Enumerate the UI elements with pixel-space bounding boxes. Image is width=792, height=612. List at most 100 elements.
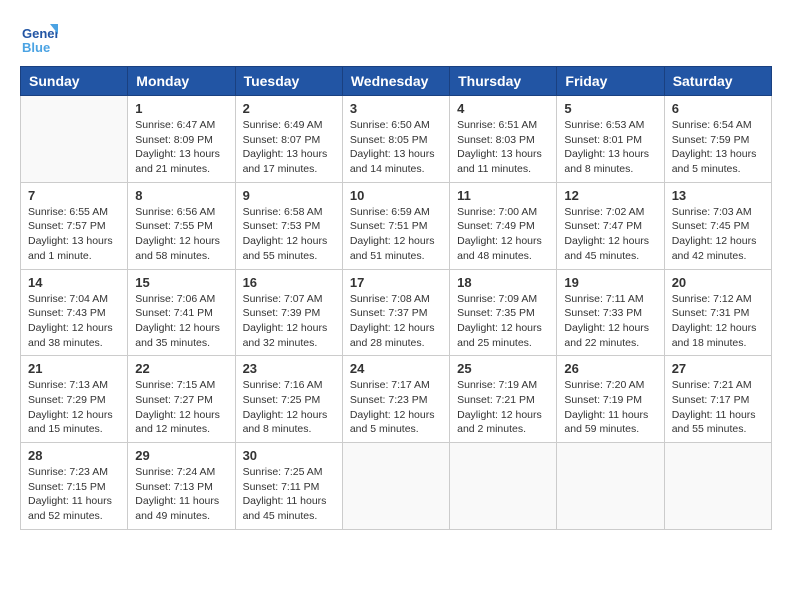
calendar-week-1: 1 Sunrise: 6:47 AM Sunset: 8:09 PM Daylig… [21,96,772,183]
day-number: 8 [135,188,227,203]
calendar-day-5: 5 Sunrise: 6:53 AM Sunset: 8:01 PM Daylig… [557,96,664,183]
day-info: Sunrise: 7:12 AM Sunset: 7:31 PM Dayligh… [672,292,764,351]
calendar-day-30: 30 Sunrise: 7:25 AM Sunset: 7:11 PM Dayli… [235,443,342,530]
calendar-day-24: 24 Sunrise: 7:17 AM Sunset: 7:23 PM Dayli… [342,356,449,443]
calendar-day-6: 6 Sunrise: 6:54 AM Sunset: 7:59 PM Daylig… [664,96,771,183]
day-number: 5 [564,101,656,116]
calendar-day-27: 27 Sunrise: 7:21 AM Sunset: 7:17 PM Dayli… [664,356,771,443]
day-number: 29 [135,448,227,463]
logo-icon: General Blue [20,20,58,58]
calendar-day-4: 4 Sunrise: 6:51 AM Sunset: 8:03 PM Daylig… [450,96,557,183]
day-info: Sunrise: 7:02 AM Sunset: 7:47 PM Dayligh… [564,205,656,264]
calendar-day-19: 19 Sunrise: 7:11 AM Sunset: 7:33 PM Dayli… [557,269,664,356]
day-number: 22 [135,361,227,376]
day-number: 17 [350,275,442,290]
day-info: Sunrise: 7:20 AM Sunset: 7:19 PM Dayligh… [564,378,656,437]
day-info: Sunrise: 7:15 AM Sunset: 7:27 PM Dayligh… [135,378,227,437]
calendar-day-3: 3 Sunrise: 6:50 AM Sunset: 8:05 PM Daylig… [342,96,449,183]
day-number: 30 [243,448,335,463]
day-info: Sunrise: 6:49 AM Sunset: 8:07 PM Dayligh… [243,118,335,177]
day-number: 13 [672,188,764,203]
calendar-day-7: 7Sunrise: 6:55 AM Sunset: 7:57 PM Daylig… [21,182,128,269]
day-number: 28 [28,448,120,463]
day-info: Sunrise: 7:00 AM Sunset: 7:49 PM Dayligh… [457,205,549,264]
day-number: 4 [457,101,549,116]
calendar-day-14: 14 Sunrise: 7:04 AM Sunset: 7:43 PM Dayli… [21,269,128,356]
calendar-week-2: 7Sunrise: 6:55 AM Sunset: 7:57 PM Daylig… [21,182,772,269]
calendar-day-20: 20 Sunrise: 7:12 AM Sunset: 7:31 PM Dayli… [664,269,771,356]
calendar-week-3: 14 Sunrise: 7:04 AM Sunset: 7:43 PM Dayli… [21,269,772,356]
header-day-wednesday: Wednesday [342,67,449,96]
day-info: Sunrise: 7:06 AM Sunset: 7:41 PM Dayligh… [135,292,227,351]
day-number: 27 [672,361,764,376]
day-number: 21 [28,361,120,376]
day-number: 19 [564,275,656,290]
calendar-table: SundayMondayTuesdayWednesdayThursdayFrid… [20,66,772,530]
calendar-day-16: 16 Sunrise: 7:07 AM Sunset: 7:39 PM Dayli… [235,269,342,356]
day-number: 18 [457,275,549,290]
day-info: Sunrise: 6:51 AM Sunset: 8:03 PM Dayligh… [457,118,549,177]
day-info: Sunrise: 7:19 AM Sunset: 7:21 PM Dayligh… [457,378,549,437]
calendar-day-25: 25Sunrise: 7:19 AM Sunset: 7:21 PM Dayli… [450,356,557,443]
calendar-empty [342,443,449,530]
calendar-empty [664,443,771,530]
calendar-day-9: 9 Sunrise: 6:58 AM Sunset: 7:53 PM Daylig… [235,182,342,269]
header-day-monday: Monday [128,67,235,96]
day-info: Sunrise: 7:21 AM Sunset: 7:17 PM Dayligh… [672,378,764,437]
day-number: 11 [457,188,549,203]
day-info: Sunrise: 7:07 AM Sunset: 7:39 PM Dayligh… [243,292,335,351]
calendar-day-8: 8 Sunrise: 6:56 AM Sunset: 7:55 PM Daylig… [128,182,235,269]
day-info: Sunrise: 7:16 AM Sunset: 7:25 PM Dayligh… [243,378,335,437]
svg-text:Blue: Blue [22,40,50,55]
day-info: Sunrise: 7:04 AM Sunset: 7:43 PM Dayligh… [28,292,120,351]
day-info: Sunrise: 7:09 AM Sunset: 7:35 PM Dayligh… [457,292,549,351]
day-number: 12 [564,188,656,203]
day-info: Sunrise: 7:11 AM Sunset: 7:33 PM Dayligh… [564,292,656,351]
header-day-friday: Friday [557,67,664,96]
day-info: Sunrise: 6:56 AM Sunset: 7:55 PM Dayligh… [135,205,227,264]
day-info: Sunrise: 7:08 AM Sunset: 7:37 PM Dayligh… [350,292,442,351]
day-info: Sunrise: 6:47 AM Sunset: 8:09 PM Dayligh… [135,118,227,177]
day-number: 24 [350,361,442,376]
day-number: 16 [243,275,335,290]
calendar-day-21: 21 Sunrise: 7:13 AM Sunset: 7:29 PM Dayli… [21,356,128,443]
svg-text:General: General [22,26,58,41]
calendar-day-18: 18 Sunrise: 7:09 AM Sunset: 7:35 PM Dayli… [450,269,557,356]
day-number: 26 [564,361,656,376]
header-day-tuesday: Tuesday [235,67,342,96]
day-info: Sunrise: 7:25 AM Sunset: 7:11 PM Dayligh… [243,465,335,524]
day-number: 10 [350,188,442,203]
day-info: Sunrise: 6:50 AM Sunset: 8:05 PM Dayligh… [350,118,442,177]
calendar-day-28: 28Sunrise: 7:23 AM Sunset: 7:15 PM Dayli… [21,443,128,530]
day-number: 20 [672,275,764,290]
day-info: Sunrise: 7:13 AM Sunset: 7:29 PM Dayligh… [28,378,120,437]
day-number: 1 [135,101,227,116]
calendar-day-29: 29Sunrise: 7:24 AM Sunset: 7:13 PM Dayli… [128,443,235,530]
calendar-empty [21,96,128,183]
day-number: 15 [135,275,227,290]
calendar-day-12: 12 Sunrise: 7:02 AM Sunset: 7:47 PM Dayli… [557,182,664,269]
calendar-day-15: 15 Sunrise: 7:06 AM Sunset: 7:41 PM Dayli… [128,269,235,356]
calendar-day-26: 26 Sunrise: 7:20 AM Sunset: 7:19 PM Dayli… [557,356,664,443]
day-number: 14 [28,275,120,290]
day-number: 3 [350,101,442,116]
header-day-thursday: Thursday [450,67,557,96]
day-info: Sunrise: 6:54 AM Sunset: 7:59 PM Dayligh… [672,118,764,177]
calendar-day-22: 22 Sunrise: 7:15 AM Sunset: 7:27 PM Dayli… [128,356,235,443]
header-day-saturday: Saturday [664,67,771,96]
day-number: 6 [672,101,764,116]
logo: General Blue [20,20,58,58]
day-info: Sunrise: 6:55 AM Sunset: 7:57 PM Dayligh… [28,205,120,264]
calendar-day-23: 23Sunrise: 7:16 AM Sunset: 7:25 PM Dayli… [235,356,342,443]
calendar-week-4: 21 Sunrise: 7:13 AM Sunset: 7:29 PM Dayli… [21,356,772,443]
day-info: Sunrise: 7:17 AM Sunset: 7:23 PM Dayligh… [350,378,442,437]
calendar-day-13: 13 Sunrise: 7:03 AM Sunset: 7:45 PM Dayli… [664,182,771,269]
calendar-day-2: 2 Sunrise: 6:49 AM Sunset: 8:07 PM Daylig… [235,96,342,183]
calendar-header-row: SundayMondayTuesdayWednesdayThursdayFrid… [21,67,772,96]
day-info: Sunrise: 6:59 AM Sunset: 7:51 PM Dayligh… [350,205,442,264]
day-info: Sunrise: 7:03 AM Sunset: 7:45 PM Dayligh… [672,205,764,264]
day-number: 9 [243,188,335,203]
day-number: 2 [243,101,335,116]
day-info: Sunrise: 6:53 AM Sunset: 8:01 PM Dayligh… [564,118,656,177]
day-info: Sunrise: 6:58 AM Sunset: 7:53 PM Dayligh… [243,205,335,264]
